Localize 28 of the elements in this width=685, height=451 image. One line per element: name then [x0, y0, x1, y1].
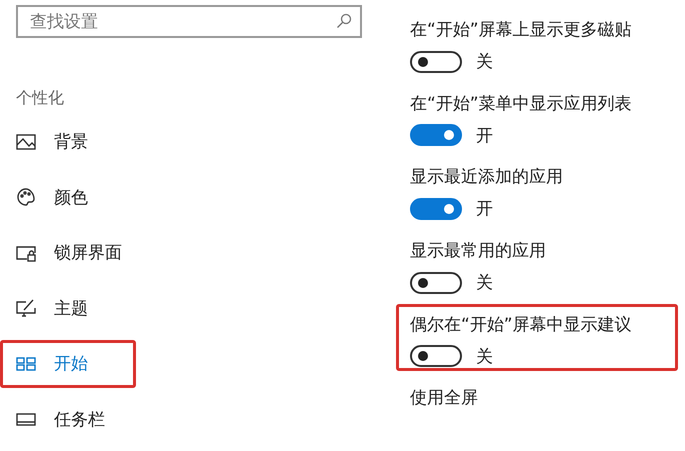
toggle-switch[interactable]: [410, 345, 462, 368]
toggle-state-label: 开: [476, 198, 493, 220]
palette-icon: [16, 187, 36, 208]
nav-item[interactable]: 任务栏: [0, 396, 136, 443]
brush-monitor-icon: [16, 298, 36, 318]
toggle-state-label: 开: [476, 124, 493, 147]
nav-item[interactable]: 背景: [0, 118, 136, 166]
setting-title: 在“开始”菜单中显示应用列表: [410, 92, 633, 116]
setting-title: 在“开始”屏幕上显示更多磁贴: [410, 19, 633, 42]
toggle-switch[interactable]: [410, 124, 462, 146]
setting-title: 偶尔在“开始”屏幕中显示建议: [410, 314, 633, 337]
section-heading: 个性化: [16, 88, 65, 108]
toggle-switch[interactable]: [410, 272, 462, 294]
search-field[interactable]: 查找设置: [16, 5, 362, 38]
setting-title: 显示最常用的应用: [410, 240, 547, 264]
toggle-state-label: 关: [476, 272, 493, 294]
setting-title: 显示最近添加的应用: [410, 166, 564, 190]
setting-title: 使用全屏: [410, 387, 479, 410]
toggle-switch[interactable]: [410, 198, 462, 220]
nav-item[interactable]: 颜色: [0, 174, 136, 221]
picture-icon: [16, 132, 36, 152]
toggle-state-label: 关: [476, 346, 493, 368]
toggle-state-label: 关: [476, 51, 493, 73]
nav-item[interactable]: 主题: [0, 284, 136, 332]
nav-item[interactable]: 开始: [0, 340, 136, 388]
search-icon: [336, 13, 352, 29]
nav-item[interactable]: 锁屏界面: [0, 229, 136, 276]
toggle-switch[interactable]: [410, 50, 462, 72]
